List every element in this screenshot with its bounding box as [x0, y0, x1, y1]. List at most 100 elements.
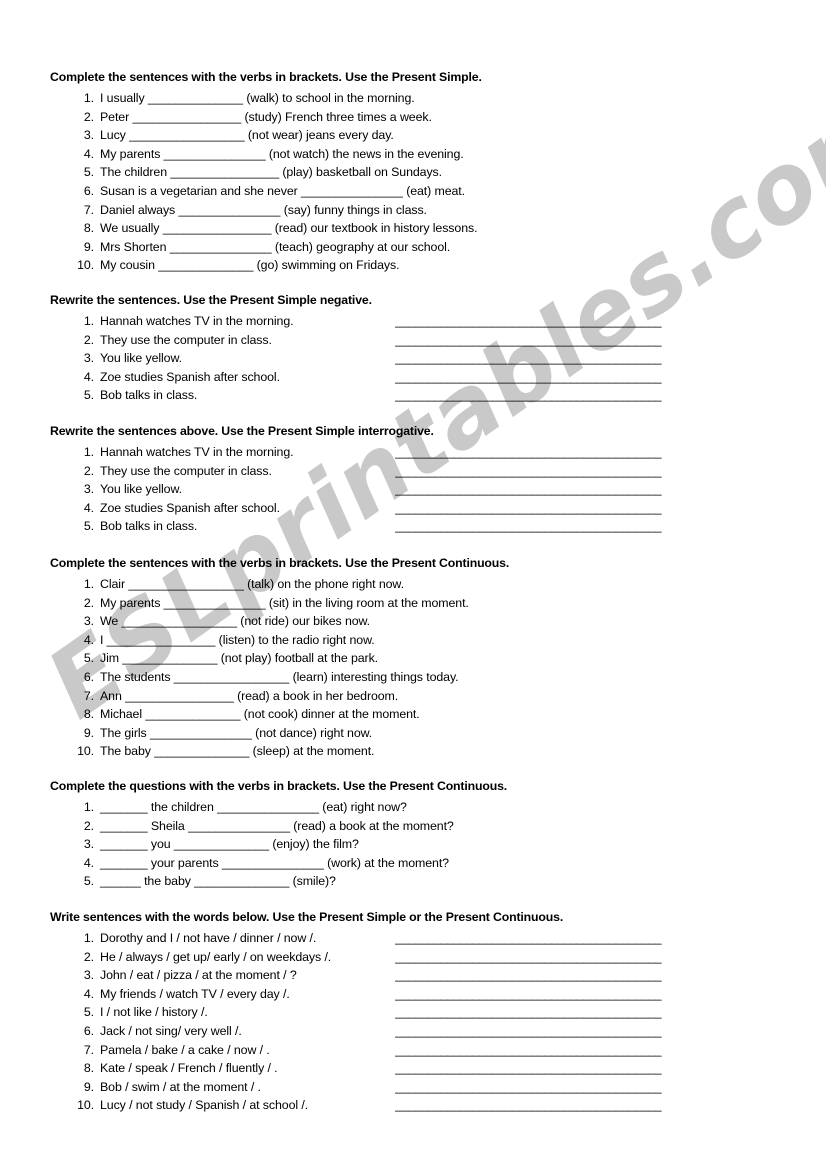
answer-line[interactable]: ________________________________________… — [395, 985, 758, 1004]
item-number: 3. — [83, 968, 94, 983]
item-number: 5. — [83, 519, 94, 534]
answer-line[interactable]: ________________________________________… — [395, 1041, 758, 1060]
answer-line[interactable]: ________________________________________… — [395, 1096, 758, 1115]
exercise-list: 1. _______ the children _______________ (… — [50, 798, 780, 891]
exercise-list: 1. Dorothy and I / not have / dinner / no… — [50, 929, 780, 1115]
exercise-list: 1. I usually ______________ (walk) to sch… — [50, 89, 780, 275]
item-number: 5. — [83, 388, 94, 403]
section-present-continuous-questions: Complete the questions with the verbs in… — [50, 779, 780, 891]
answer-line[interactable]: ________________________________________… — [395, 948, 758, 967]
item-text: Pamela / bake / a cake / now / . — [100, 1042, 270, 1057]
item-number: 5. — [83, 651, 94, 666]
answer-line[interactable]: ________________________________________… — [395, 929, 758, 948]
exercise-item: 9. Mrs Shorten _______________ (teach) ge… — [50, 238, 780, 257]
item-text: Bob talks in class. — [100, 388, 198, 403]
answer-line[interactable]: ________________________________________… — [395, 1059, 758, 1078]
item-text: They use the computer in class. — [100, 463, 272, 478]
answer-line[interactable]: ________________________________________… — [395, 499, 758, 518]
exercise-item: 7. Pamela / bake / a cake / now / . ______… — [50, 1041, 780, 1060]
exercise-item: 1. Hannah watches TV in the morning. _____… — [50, 443, 780, 462]
exercise-item: 1. Clair _________________ (talk) on the … — [50, 575, 780, 594]
answer-line[interactable]: ________________________________________… — [395, 368, 758, 387]
exercise-item: 5. I / not like / history /. _____________… — [50, 1003, 780, 1022]
exercise-list: 1. Hannah watches TV in the morning. _____… — [50, 443, 780, 536]
item-number: 10. — [77, 744, 94, 759]
item-number: 3. — [83, 614, 94, 629]
item-text: _______ you ______________ (enjoy) the f… — [100, 837, 359, 852]
answer-line[interactable]: ________________________________________… — [395, 1003, 758, 1022]
answer-line[interactable]: ________________________________________… — [395, 1078, 758, 1097]
exercise-item: 4. My friends / watch TV / every day /. __… — [50, 985, 780, 1004]
item-text: You like yellow. — [100, 482, 182, 497]
item-number: 10. — [77, 258, 94, 273]
answer-line[interactable]: ________________________________________… — [395, 1022, 758, 1041]
exercise-item: 4. Zoe studies Spanish after school. _____… — [50, 368, 780, 387]
exercise-item: 2. My parents _______________ (sit) in th… — [50, 594, 780, 613]
section-heading: Write sentences with the words below. Us… — [50, 910, 564, 924]
item-number: 4. — [83, 986, 94, 1001]
item-number: 2. — [83, 818, 94, 833]
item-number: 5. — [83, 1005, 94, 1020]
exercise-item: 6. Jack / not sing/ very well /. _________… — [50, 1022, 780, 1041]
answer-line[interactable]: ________________________________________… — [395, 349, 758, 368]
item-text: Clair _________________ (talk) on the ph… — [100, 577, 404, 591]
item-text: My parents _______________ (not watch) t… — [100, 146, 464, 161]
exercise-item: 5. Jim ______________ (not play) football… — [50, 649, 780, 668]
section-present-continuous-complete: Complete the sentences with the verbs in… — [50, 556, 780, 761]
item-text: Kate / speak / French / fluently / . — [100, 1061, 278, 1076]
exercise-item: 4. Zoe studies Spanish after school. _____… — [50, 499, 780, 518]
item-text: We _________________ (not ride) our bike… — [100, 614, 371, 629]
item-number: 2. — [83, 463, 94, 478]
exercise-item: 5. ______ the baby ______________ (smile)… — [50, 872, 780, 891]
item-number: 8. — [83, 221, 94, 236]
exercise-item: 2. _______ Sheila _______________ (read) … — [50, 817, 780, 836]
item-number: 5. — [83, 874, 94, 889]
exercise-item: 3. John / eat / pizza / at the moment / ?… — [50, 966, 780, 985]
item-text: _______ the children _______________ (ea… — [100, 800, 407, 814]
item-number: 4. — [83, 855, 94, 870]
answer-line[interactable]: ________________________________________… — [395, 462, 758, 481]
item-number: 7. — [83, 688, 94, 703]
exercise-item: 10. Lucy / not study / Spanish / at schoo… — [50, 1096, 780, 1115]
item-number: 6. — [83, 669, 94, 684]
item-number: 5. — [83, 165, 94, 180]
answer-line[interactable]: ________________________________________… — [395, 480, 758, 499]
item-number: 2. — [83, 109, 94, 124]
worksheet-page: ESLprintables.com Complete the sentences… — [0, 0, 826, 1169]
item-text: They use the computer in class. — [100, 332, 272, 347]
exercise-item: 5. Bob talks in class. ___________________… — [50, 386, 780, 405]
answer-line[interactable]: ________________________________________… — [395, 443, 758, 462]
exercise-item: 3. You like yellow. ______________________… — [50, 480, 780, 499]
item-number: 9. — [83, 239, 94, 254]
item-number: 1. — [83, 314, 94, 328]
exercise-item: 2. He / always / get up/ early / on weekd… — [50, 948, 780, 967]
item-number: 7. — [83, 1042, 94, 1057]
answer-line[interactable]: ________________________________________… — [395, 517, 758, 536]
exercise-item: 4. I ________________ (listen) to the rad… — [50, 631, 780, 650]
exercise-item: 3. Lucy _________________ (not wear) jean… — [50, 126, 780, 145]
item-text: Susan is a vegetarian and she never ____… — [100, 183, 465, 198]
exercise-item: 1. Dorothy and I / not have / dinner / no… — [50, 929, 780, 948]
answer-line[interactable]: ________________________________________… — [395, 331, 758, 350]
exercise-item: 8. Kate / speak / French / fluently / . __… — [50, 1059, 780, 1078]
section-present-simple-negative: Rewrite the sentences. Use the Present S… — [50, 293, 780, 405]
answer-line[interactable]: ________________________________________… — [395, 312, 758, 331]
item-text: The girls _______________ (not dance) ri… — [100, 725, 373, 740]
exercise-item: 6. The students _________________ (learn)… — [50, 668, 780, 687]
item-number: 2. — [83, 949, 94, 964]
item-number: 4. — [83, 369, 94, 384]
item-text: Ann ________________ (read) a book in he… — [100, 688, 399, 703]
item-number: 3. — [83, 351, 94, 366]
item-number: 9. — [83, 725, 94, 740]
item-text: The students _________________ (learn) i… — [100, 669, 459, 684]
exercise-item: 5. Bob talks in class. ___________________… — [50, 517, 780, 536]
item-text: I usually ______________ (walk) to schoo… — [100, 91, 415, 105]
exercise-item: 6. Susan is a vegetarian and she never __… — [50, 182, 780, 201]
item-number: 8. — [83, 707, 94, 722]
section-write-sentences: Write sentences with the words below. Us… — [50, 910, 780, 1115]
answer-line[interactable]: ________________________________________… — [395, 386, 758, 405]
item-number: 2. — [83, 332, 94, 347]
answer-line[interactable]: ________________________________________… — [395, 966, 758, 985]
item-number: 3. — [83, 482, 94, 497]
item-text: Peter ________________ (study) French th… — [100, 109, 432, 124]
